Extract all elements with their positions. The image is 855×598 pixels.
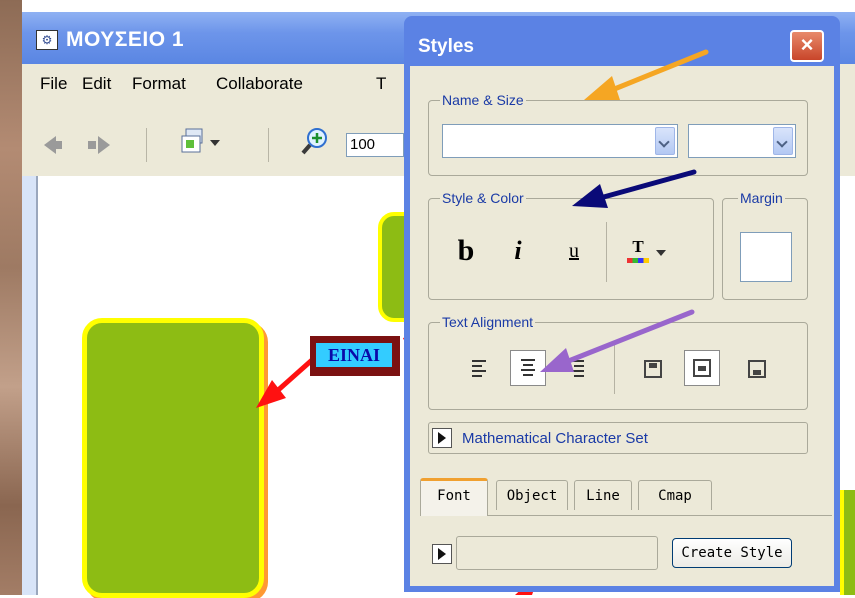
back-arrow-stem xyxy=(54,141,62,149)
valign-middle-icon[interactable] xyxy=(684,350,720,386)
italic-button[interactable]: i xyxy=(500,234,536,268)
math-charset-label[interactable]: Mathematical Character Set xyxy=(462,430,648,447)
create-style-button[interactable]: Create Style xyxy=(672,538,792,568)
toolbar-divider xyxy=(268,128,269,162)
expand-triangle-icon[interactable] xyxy=(432,428,452,448)
toolbar-divider xyxy=(146,128,147,162)
tab-font[interactable]: Font xyxy=(420,478,488,516)
valign-bottom-icon[interactable] xyxy=(740,352,776,388)
desktop-background-photo xyxy=(0,0,22,595)
text-color-icon[interactable]: T xyxy=(624,236,652,268)
zoom-input[interactable]: 100 xyxy=(346,133,404,157)
color-swatch xyxy=(627,258,649,263)
app-icon: ⚙ xyxy=(36,30,58,50)
tab-object[interactable]: Object xyxy=(496,480,568,510)
link-phrase-label[interactable]: ΕΙΝΑΙ xyxy=(316,343,392,367)
style-color-label: Style & Color xyxy=(440,190,526,206)
page-background xyxy=(0,0,855,12)
valign-top-icon[interactable] xyxy=(636,352,672,388)
margin-label: Margin xyxy=(738,190,785,206)
text-alignment-label: Text Alignment xyxy=(440,314,536,330)
dialog-title: Styles xyxy=(418,36,474,57)
forward-arrow-stem xyxy=(88,141,96,149)
font-name-select[interactable] xyxy=(442,124,678,158)
close-button[interactable]: × xyxy=(790,30,824,62)
view-icon[interactable] xyxy=(180,128,206,156)
tab-cmap[interactable]: Cmap xyxy=(638,480,712,510)
name-size-label: Name & Size xyxy=(440,92,526,108)
menu-collaborate[interactable]: Collaborate xyxy=(216,74,303,94)
text-color-glyph: T xyxy=(632,237,644,256)
bold-button[interactable]: b xyxy=(448,234,484,268)
align-left-icon[interactable] xyxy=(462,352,498,388)
chevron-down-icon[interactable] xyxy=(656,250,666,256)
tab-line[interactable]: Line xyxy=(574,480,632,510)
concept-node[interactable] xyxy=(840,490,855,595)
expand-triangle-icon[interactable] xyxy=(432,544,452,564)
concept-node[interactable] xyxy=(82,318,264,598)
align-right-icon[interactable] xyxy=(560,352,596,388)
align-center-icon[interactable] xyxy=(510,350,546,386)
margin-input[interactable] xyxy=(740,232,792,282)
zoom-in-icon[interactable] xyxy=(300,126,330,156)
menu-tools[interactable]: T xyxy=(376,74,386,94)
underline-button[interactable]: u xyxy=(556,234,592,268)
forward-arrow-icon[interactable] xyxy=(98,136,110,154)
menu-edit[interactable]: Edit xyxy=(82,74,111,94)
menu-format[interactable]: Format xyxy=(132,74,186,94)
style-name-input[interactable] xyxy=(456,536,658,570)
chevron-down-icon[interactable] xyxy=(655,127,675,155)
window-title: ΜΟΥΣΕΙΟ 1 xyxy=(66,28,185,51)
menu-file[interactable]: File xyxy=(40,74,67,94)
chevron-down-icon[interactable] xyxy=(773,127,793,155)
divider xyxy=(614,344,615,394)
chevron-down-icon[interactable] xyxy=(210,140,220,146)
font-size-select[interactable] xyxy=(688,124,796,158)
divider xyxy=(606,222,607,282)
